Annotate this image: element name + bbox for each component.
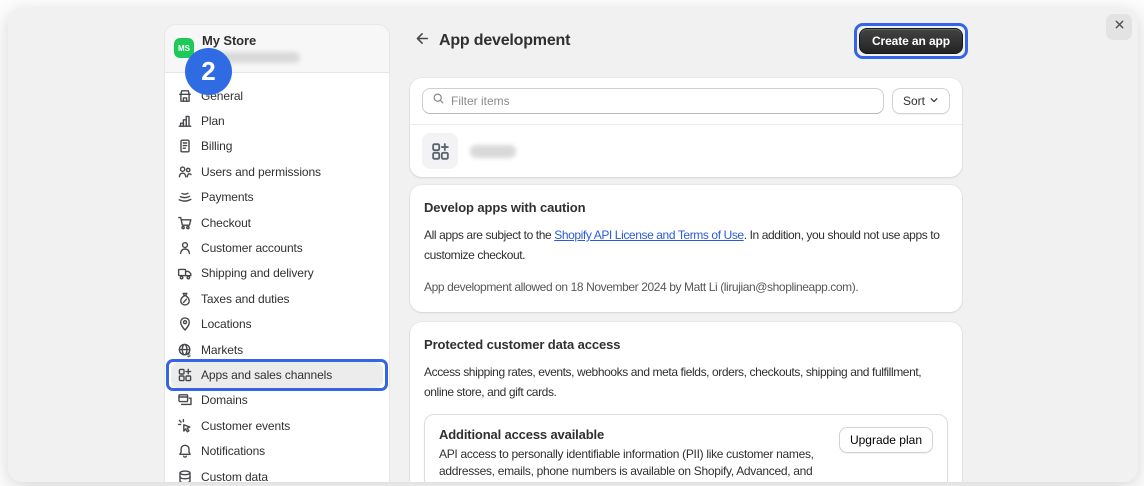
- page-background: MS My Store GeneralPlanBillingUsers and …: [0, 0, 1144, 486]
- app-list-item[interactable]: [410, 125, 962, 177]
- sidebar-item-label: Customer accounts: [201, 241, 303, 255]
- protected-card-title: Protected customer data access: [424, 337, 948, 352]
- chevron-down-icon: [929, 94, 939, 108]
- sidebar-item-label: Notifications: [201, 444, 265, 458]
- sidebar-item-notifications[interactable]: Notifications: [171, 438, 383, 463]
- store-icon: [177, 88, 193, 104]
- additional-access-text: Additional access available API access t…: [439, 427, 827, 482]
- sidebar-item-label: Domains: [201, 393, 248, 407]
- app-grid-plus-icon: [422, 133, 458, 169]
- search-icon: [432, 92, 445, 110]
- sidebar-item-shipping-and-delivery[interactable]: Shipping and delivery: [171, 261, 383, 286]
- sidebar-item-markets[interactable]: $ Markets: [171, 337, 383, 362]
- filter-items-input[interactable]: [451, 94, 874, 108]
- apps-icon: [177, 367, 193, 383]
- sort-button-label: Sort: [903, 94, 925, 108]
- sidebar-item-label: Shipping and delivery: [201, 266, 314, 280]
- filter-row: Sort: [410, 78, 962, 124]
- sidebar-item-customer-events[interactable]: Customer events: [171, 413, 383, 438]
- create-an-app-button[interactable]: Create an app: [859, 28, 963, 54]
- sidebar-item-label: Checkout: [201, 216, 251, 230]
- sidebar-item-label: Apps and sales channels: [201, 368, 332, 382]
- sidebar-item-users-and-permissions[interactable]: Users and permissions: [171, 159, 383, 184]
- additional-access-title: Additional access available: [439, 427, 827, 442]
- sidebar-item-label: Payments: [201, 190, 254, 204]
- additional-access-card: Additional access available API access t…: [424, 414, 948, 482]
- back-button[interactable]: [410, 30, 432, 52]
- store-name: My Store: [202, 33, 256, 48]
- close-button[interactable]: [1106, 14, 1132, 40]
- caution-card-body: All apps are subject to the Shopify API …: [424, 225, 948, 265]
- protected-data-card: Protected customer data access Access sh…: [410, 322, 962, 482]
- sidebar-item-label: Markets: [201, 343, 243, 357]
- sidebar-item-label: Plan: [201, 114, 225, 128]
- notifications-icon: [177, 443, 193, 459]
- shopify-api-license-link[interactable]: Shopify API License and Terms of Use: [554, 228, 744, 242]
- markets-icon: $: [177, 342, 193, 358]
- sidebar-item-taxes-and-duties[interactable]: Taxes and duties: [171, 286, 383, 311]
- sidebar-item-custom-data[interactable]: Custom data: [171, 464, 383, 482]
- sidebar-item-customer-accounts[interactable]: Customer accounts: [171, 235, 383, 260]
- locations-icon: [177, 316, 193, 332]
- sidebar-item-checkout[interactable]: Checkout: [171, 210, 383, 235]
- upgrade-plan-button[interactable]: Upgrade plan: [839, 427, 933, 453]
- sidebar-item-label: Taxes and duties: [201, 292, 289, 306]
- taxes-icon: [177, 291, 193, 307]
- annotation-step-badge: 2: [185, 48, 232, 95]
- payments-icon: [177, 189, 193, 205]
- close-icon: [1113, 18, 1126, 36]
- customer-accounts-icon: [177, 240, 193, 256]
- sidebar-item-label: Billing: [201, 139, 232, 153]
- page-header: App development Create an app: [410, 24, 962, 58]
- plan-icon: [177, 113, 193, 129]
- caution-card-title: Develop apps with caution: [424, 200, 948, 215]
- checkout-icon: [177, 215, 193, 231]
- sidebar-item-plan[interactable]: Plan: [171, 108, 383, 133]
- shipping-icon: [177, 265, 193, 281]
- sidebar-item-label: Customer events: [201, 419, 290, 433]
- protected-card-body: Access shipping rates, events, webhooks …: [424, 362, 948, 402]
- domains-icon: [177, 392, 193, 408]
- app-name-redacted: [470, 145, 516, 158]
- sidebar-item-label: Users and permissions: [201, 165, 321, 179]
- settings-modal: MS My Store GeneralPlanBillingUsers and …: [8, 8, 1138, 482]
- custom-data-icon: [177, 469, 193, 482]
- apps-list-card: Sort: [410, 78, 962, 177]
- app-development-allowed-note: App development allowed on 18 November 2…: [424, 277, 948, 297]
- users-icon: [177, 164, 193, 180]
- sidebar-item-label: Custom data: [201, 470, 268, 482]
- svg-text:$: $: [187, 351, 191, 357]
- sort-button[interactable]: Sort: [892, 88, 950, 114]
- sidebar-item-apps-and-sales-channels[interactable]: Apps and sales channels: [171, 362, 383, 387]
- sidebar-item-billing[interactable]: Billing: [171, 134, 383, 159]
- back-arrow-icon: [413, 30, 430, 52]
- main-content: App development Create an app Sort: [410, 24, 962, 482]
- additional-access-body: API access to personally identifiable in…: [439, 446, 827, 482]
- sidebar-item-locations[interactable]: Locations: [171, 312, 383, 337]
- annotation-highlight-create-button: Create an app: [854, 23, 968, 59]
- sidebar-item-payments[interactable]: Payments: [171, 185, 383, 210]
- sidebar-item-label: Locations: [201, 317, 251, 331]
- sidebar-items: GeneralPlanBillingUsers and permissionsP…: [165, 73, 389, 482]
- caution-body-text: All apps are subject to the: [424, 228, 554, 242]
- caution-card: Develop apps with caution All apps are s…: [410, 185, 962, 312]
- billing-icon: [177, 138, 193, 154]
- sidebar-item-domains[interactable]: Domains: [171, 388, 383, 413]
- page-title: App development: [439, 32, 854, 50]
- filter-input-wrapper: [422, 88, 884, 114]
- customer-events-icon: [177, 418, 193, 434]
